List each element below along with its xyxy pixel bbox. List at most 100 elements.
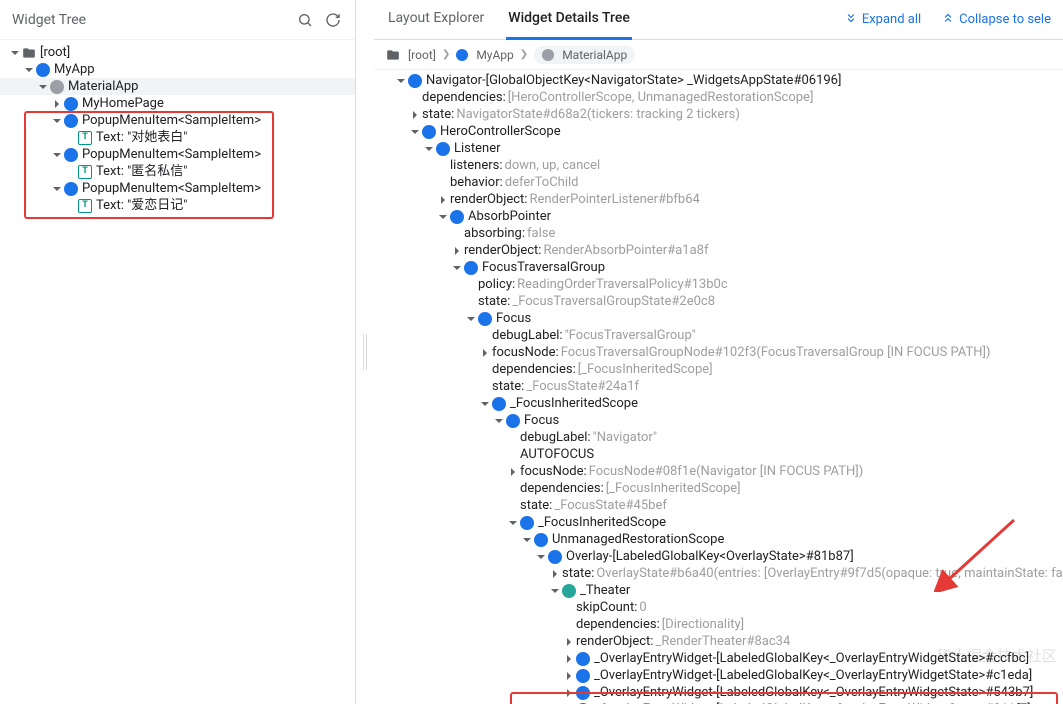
chevron-right-icon[interactable]	[562, 688, 576, 698]
chevron-right-icon[interactable]	[562, 637, 576, 647]
details-row[interactable]: state: _FocusState#24a1f	[374, 378, 1063, 395]
details-row[interactable]: Overlay-[LabeledGlobalKey<OverlayState>#…	[374, 548, 1063, 565]
details-row[interactable]: FocusTraversalGroup	[374, 259, 1063, 276]
details-row[interactable]: state: _FocusTraversalGroupState#2e0c8	[374, 293, 1063, 310]
details-row[interactable]: dependencies: [HeroControllerScope, Unma…	[374, 89, 1063, 106]
chevron-down-icon[interactable]	[50, 150, 64, 160]
tree-row[interactable]: PopupMenuItem<SampleItem>	[0, 146, 355, 163]
crumb-myapp[interactable]: MyApp	[456, 48, 513, 62]
chevron-right-icon[interactable]	[506, 467, 520, 477]
chevron-down-icon[interactable]	[408, 127, 422, 137]
chevron-right-icon[interactable]	[450, 246, 464, 256]
widget-badge-icon	[64, 182, 78, 196]
details-row[interactable]: _FocusInheritedScope	[374, 395, 1063, 412]
tree-row[interactable]: TText: "匿名私信"	[0, 163, 355, 180]
chevron-down-icon[interactable]	[394, 76, 408, 86]
property-key: UnmanagedRestorationScope	[552, 531, 724, 548]
chevron-down-icon[interactable]	[534, 552, 548, 562]
chevron-down-icon[interactable]	[50, 184, 64, 194]
collapse-link[interactable]: Collapse to sele	[941, 11, 1051, 29]
tree-row[interactable]: MyApp	[0, 61, 355, 78]
details-row[interactable]: UnmanagedRestorationScope	[374, 531, 1063, 548]
pane-divider[interactable]	[356, 0, 374, 704]
widget-tree-body[interactable]: [root]MyAppMaterialAppMyHomePagePopupMen…	[0, 40, 355, 704]
widget-badge-icon	[562, 584, 576, 598]
chevron-down-icon[interactable]	[436, 212, 450, 222]
crumb-materialapp[interactable]: MaterialApp	[534, 46, 635, 64]
details-row[interactable]: _OverlayEntryWidget-[LabeledGlobalKey<_O…	[374, 650, 1063, 667]
refresh-icon[interactable]	[323, 10, 343, 30]
details-row[interactable]: dependencies: [_FocusInheritedScope]	[374, 361, 1063, 378]
widget-badge-icon	[456, 49, 468, 61]
chevron-down-icon[interactable]	[492, 416, 506, 426]
chevron-right-icon[interactable]	[478, 348, 492, 358]
details-row[interactable]: focusNode: FocusNode#08f1e(Navigator [IN…	[374, 463, 1063, 480]
details-row[interactable]: _FocusInheritedScope	[374, 514, 1063, 531]
chevron-right-icon[interactable]	[408, 110, 422, 120]
chevron-down-icon[interactable]	[22, 65, 36, 75]
details-row[interactable]: skipCount: 0	[374, 599, 1063, 616]
property-value: _FocusState#45bef	[554, 497, 667, 514]
tree-row[interactable]: [root]	[0, 44, 355, 61]
chevron-right-icon[interactable]	[548, 569, 562, 579]
crumb-root[interactable]: [root]	[386, 48, 436, 62]
tab-widget-details-tree[interactable]: Widget Details Tree	[506, 0, 632, 40]
chevron-down-icon[interactable]	[36, 82, 50, 92]
details-row[interactable]: dependencies: [_FocusInheritedScope]	[374, 480, 1063, 497]
chevron-right-icon[interactable]	[436, 195, 450, 205]
chevron-down-icon[interactable]	[520, 535, 534, 545]
chevron-down-icon[interactable]	[506, 518, 520, 528]
tree-row[interactable]: MaterialApp	[0, 78, 355, 95]
details-row[interactable]: debugLabel: "FocusTraversalGroup"	[374, 327, 1063, 344]
tree-row[interactable]: PopupMenuItem<SampleItem>	[0, 112, 355, 129]
chevron-down-icon[interactable]	[8, 48, 22, 58]
chevron-down-icon[interactable]	[548, 586, 562, 596]
details-row[interactable]: listeners: down, up, cancel	[374, 157, 1063, 174]
chevron-down-icon[interactable]	[464, 314, 478, 324]
details-row[interactable]: renderObject: _RenderTheater#8ac34	[374, 633, 1063, 650]
tabs-row: Layout Explorer Widget Details Tree Expa…	[374, 0, 1063, 40]
property-key: debugLabel:	[520, 429, 591, 446]
details-row[interactable]: _Theater	[374, 582, 1063, 599]
widget-badge-icon	[576, 652, 590, 666]
details-row[interactable]: Listener	[374, 140, 1063, 157]
details-row[interactable]: debugLabel: "Navigator"	[374, 429, 1063, 446]
details-row[interactable]: renderObject: RenderAbsorbPointer#a1a8f	[374, 242, 1063, 259]
property-key: dependencies:	[422, 89, 506, 106]
details-row[interactable]: state: OverlayState#b6a40(entries: [Over…	[374, 565, 1063, 582]
details-row[interactable]: renderObject: RenderPointerListener#bfb6…	[374, 191, 1063, 208]
tree-row[interactable]: PopupMenuItem<SampleItem>	[0, 180, 355, 197]
details-row[interactable]: focusNode: FocusTraversalGroupNode#102f3…	[374, 344, 1063, 361]
chevron-down-icon[interactable]	[422, 144, 436, 154]
chevron-right-icon[interactable]	[562, 671, 576, 681]
tree-row[interactable]: TText: "爱恋日记"	[0, 197, 355, 214]
details-row[interactable]: behavior: deferToChild	[374, 174, 1063, 191]
details-row[interactable]: dependencies: [Directionality]	[374, 616, 1063, 633]
details-row[interactable]: Focus	[374, 310, 1063, 327]
chevron-down-icon[interactable]	[450, 263, 464, 273]
property-value: [_FocusInheritedScope]	[606, 480, 741, 497]
tree-row[interactable]: TText: "对她表白"	[0, 129, 355, 146]
details-row[interactable]: AUTOFOCUS	[374, 446, 1063, 463]
tree-row[interactable]: MyHomePage	[0, 95, 355, 112]
details-row[interactable]: state: _FocusState#45bef	[374, 497, 1063, 514]
details-row[interactable]: Focus	[374, 412, 1063, 429]
details-tree-body[interactable]: 稀土掘金技术社区 Navigator-[GlobalObjectKey<Navi…	[374, 70, 1063, 704]
tab-layout-explorer[interactable]: Layout Explorer	[386, 0, 486, 40]
chevron-down-icon[interactable]	[50, 116, 64, 126]
details-row[interactable]: _OverlayEntryWidget-[LabeledGlobalKey<_O…	[374, 684, 1063, 701]
chevron-right-icon[interactable]	[50, 99, 64, 109]
property-key: focusNode:	[492, 344, 559, 361]
details-row[interactable]: _OverlayEntryWidget-[LabeledGlobalKey<_O…	[374, 667, 1063, 684]
property-value: 0	[639, 599, 646, 616]
chevron-right-icon[interactable]	[562, 654, 576, 664]
details-row[interactable]: state: NavigatorState#d68a2(tickers: tra…	[374, 106, 1063, 123]
details-row[interactable]: Navigator-[GlobalObjectKey<NavigatorStat…	[374, 72, 1063, 89]
details-row[interactable]: AbsorbPointer	[374, 208, 1063, 225]
expand-all-link[interactable]: Expand all	[844, 11, 921, 29]
search-icon[interactable]	[295, 10, 315, 30]
details-row[interactable]: HeroControllerScope	[374, 123, 1063, 140]
details-row[interactable]: policy: ReadingOrderTraversalPolicy#13b0…	[374, 276, 1063, 293]
details-row[interactable]: absorbing: false	[374, 225, 1063, 242]
chevron-down-icon[interactable]	[478, 399, 492, 409]
